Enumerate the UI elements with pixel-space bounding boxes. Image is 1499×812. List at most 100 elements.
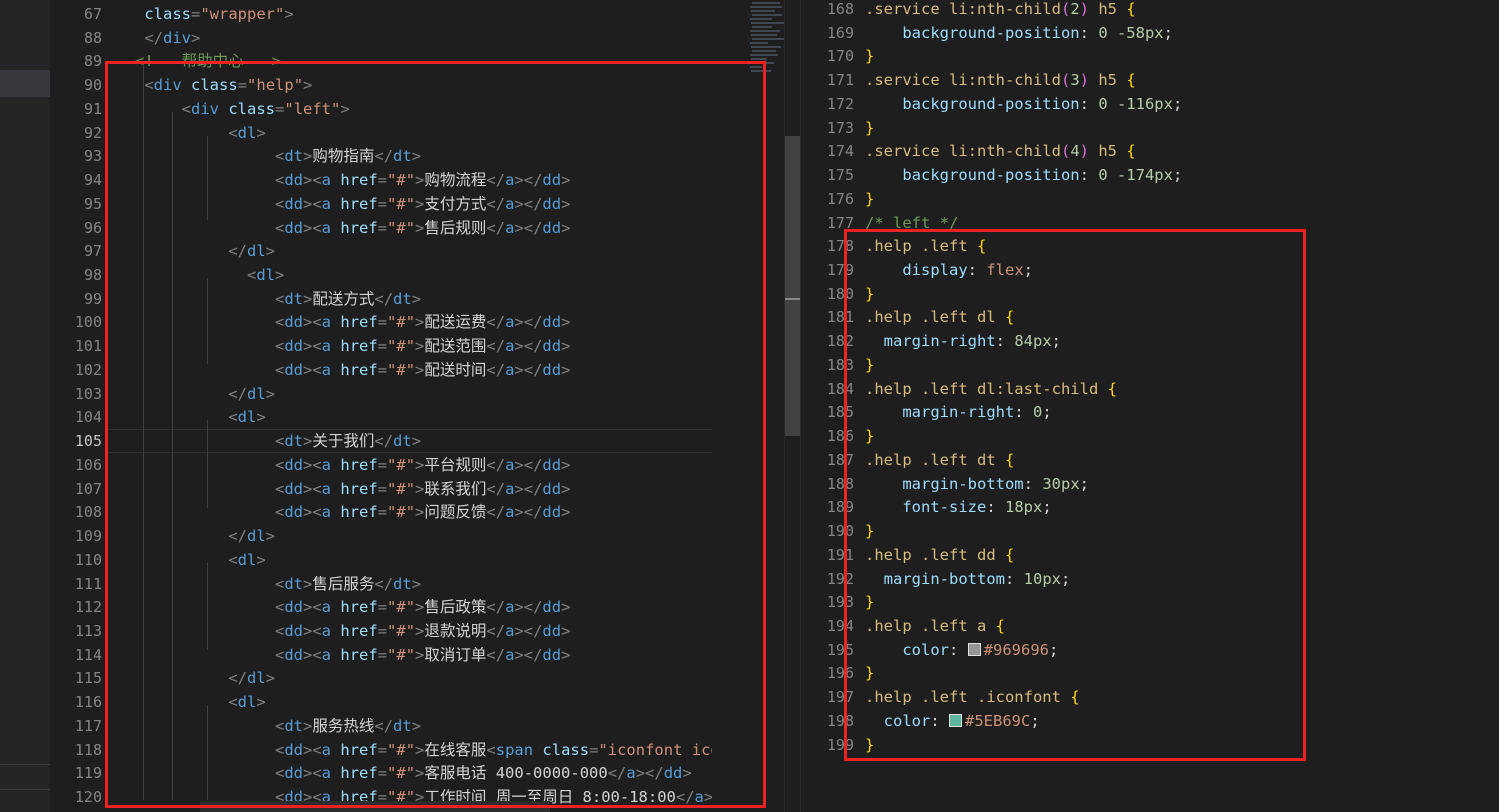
code-line[interactable]: } (865, 353, 1465, 377)
code-line[interactable]: .help .left dd { (865, 543, 1465, 567)
code-line[interactable]: } (865, 44, 1465, 68)
code-line[interactable]: <dd><a href="#">联系我们</a></dd> (107, 477, 712, 501)
code-token: > (265, 669, 276, 688)
code-line[interactable]: background-position: 0 -116px; (865, 92, 1465, 116)
code-line[interactable]: <dt>关于我们</dt> (107, 429, 712, 454)
vertical-scrollbar-thumb[interactable] (785, 136, 800, 436)
code-line[interactable]: </div> (107, 26, 712, 50)
code-line[interactable]: <dd><a href="#">配送运费</a></dd> (107, 310, 712, 334)
code-token: "iconfont ico (598, 740, 712, 759)
code-line[interactable]: <dd><a href="#">退款说明</a></dd> (107, 619, 712, 643)
code-token: dd (542, 171, 562, 190)
code-token: 配送时间 (424, 360, 487, 379)
code-line[interactable]: <dt>售后服务</dt> (107, 572, 712, 596)
code-line[interactable]: color: #969696; (865, 638, 1465, 662)
code-line[interactable]: <dd><a href="#">在线客服<span class="iconfon… (107, 738, 712, 762)
code-line[interactable]: <dd><a href="#">取消订单</a></dd> (107, 643, 712, 667)
line-number: 105 (74, 432, 102, 451)
code-line[interactable]: <!-- 帮助中心 --> (107, 49, 712, 73)
code-line[interactable]: <dt>购物指南</dt> (107, 144, 712, 168)
code-line[interactable]: margin-bottom: 30px; (865, 472, 1465, 496)
code-token: } (865, 47, 875, 66)
code-line[interactable]: display: flex; (865, 258, 1465, 282)
code-line[interactable]: </dl> (107, 666, 712, 690)
code-line[interactable]: <dl> (107, 690, 712, 714)
code-line[interactable]: <dd><a href="#">平台规则</a></dd> (107, 453, 712, 477)
code-line[interactable]: </dl> (107, 239, 712, 263)
code-line[interactable]: <dd><a href="#">问题反馈</a></dd> (107, 500, 712, 524)
code-line[interactable]: .help .left { (865, 234, 1465, 258)
color-swatch[interactable] (949, 713, 963, 727)
code-line[interactable]: } (865, 424, 1465, 448)
code-line[interactable]: margin-right: 0; (865, 400, 1465, 424)
html-editor-pane[interactable]: 67 88 89 90 91 92 93 94 95 96 97 98 99 100 101 102 103 10… (50, 0, 800, 812)
code-token: a (505, 598, 515, 617)
code-line[interactable]: <dl> (107, 121, 712, 145)
code-line[interactable]: .help .left .iconfont { (865, 685, 1465, 709)
sidebar-active-item[interactable] (0, 70, 50, 97)
code-line[interactable]: } (865, 282, 1465, 306)
code-token: > (265, 527, 276, 546)
code-line[interactable]: font-size: 18px; (865, 495, 1465, 519)
code-line[interactable]: <dd><a href="#">配送时间</a></dd> (107, 358, 712, 382)
code-line[interactable]: <dd><a href="#">配送范围</a></dd> (107, 334, 712, 358)
code-token: </ (486, 645, 506, 664)
code-token: 0 -174px (1098, 166, 1173, 185)
code-token: 0 (1032, 403, 1043, 422)
code-line[interactable]: <dt>配送方式</dt> (107, 287, 712, 311)
code-line[interactable]: .help .left dl { (865, 305, 1465, 329)
code-line[interactable]: } (865, 661, 1465, 685)
code-line[interactable]: class="wrapper"> (107, 2, 712, 26)
code-token: margin-right (902, 403, 1015, 422)
code-token: ; (1030, 711, 1040, 730)
code-line[interactable]: <dl> (107, 405, 712, 429)
code-line[interactable]: <div class="help"> (107, 73, 712, 97)
code-token: h5 (1089, 71, 1127, 90)
code-line[interactable]: .service li:nth-child(2) h5 { (865, 0, 1465, 21)
code-line[interactable]: <div class="left"> (107, 97, 712, 121)
code-line[interactable]: <dt>服务热线</dt> (107, 714, 712, 738)
css-editor-pane[interactable]: 168 169 170 171 172 173 174 175 176 177 178 179 180 1… (800, 0, 1499, 812)
code-token: </ (486, 598, 506, 617)
code-line[interactable]: background-position: 0 -174px; (865, 163, 1465, 187)
horizontal-scrollbar-thumb[interactable] (200, 801, 550, 812)
code-line[interactable]: .help .left dt { (865, 448, 1465, 472)
code-line[interactable]: } (865, 116, 1465, 140)
code-line[interactable]: .help .left dl:last-child { (865, 377, 1465, 401)
code-token: a (321, 171, 332, 190)
code-line[interactable]: margin-bottom: 10px; (865, 567, 1465, 591)
code-token: margin-right (883, 332, 996, 351)
code-line[interactable]: </dl> (107, 382, 712, 406)
code-line[interactable]: .help .left a { (865, 614, 1465, 638)
code-line[interactable]: <dd><a href="#">购物流程</a></dd> (107, 168, 712, 192)
code-line[interactable]: <dd><a href="#">售后政策</a></dd> (107, 595, 712, 619)
code-token: .help .left dt (865, 450, 1005, 469)
code-line[interactable]: } (865, 733, 1465, 757)
code-line[interactable]: <dd><a href="#">售后规则</a></dd> (107, 216, 712, 240)
code-line[interactable]: <dl> (107, 263, 712, 287)
code-token: > (561, 313, 571, 332)
code-token: href (340, 740, 378, 759)
code-token: 84px (1014, 332, 1052, 351)
code-line[interactable]: background-position: 0 -58px; (865, 21, 1465, 45)
code-line[interactable]: } (865, 590, 1465, 614)
color-swatch[interactable] (967, 642, 981, 656)
code-token: 10px (1023, 569, 1061, 588)
code-line[interactable]: <dd><a href="#">支付方式</a></dd> (107, 192, 712, 216)
code-line[interactable]: margin-right: 84px; (865, 329, 1465, 353)
code-line[interactable]: .service li:nth-child(3) h5 { (865, 68, 1465, 92)
code-line[interactable]: .service li:nth-child(4) h5 { (865, 139, 1465, 163)
code-line[interactable]: /* left */ (865, 211, 1465, 235)
code-line[interactable]: <dl> (107, 548, 712, 572)
code-line[interactable]: } (865, 519, 1465, 543)
code-line[interactable]: color: #5EB69C; (865, 709, 1465, 733)
minimap[interactable] (744, 0, 785, 80)
code-line[interactable]: } (865, 187, 1465, 211)
code-line[interactable]: </dl> (107, 524, 712, 548)
code-line[interactable]: <dd><a href="#">客服电话 400-0000-000</a></d… (107, 761, 712, 785)
